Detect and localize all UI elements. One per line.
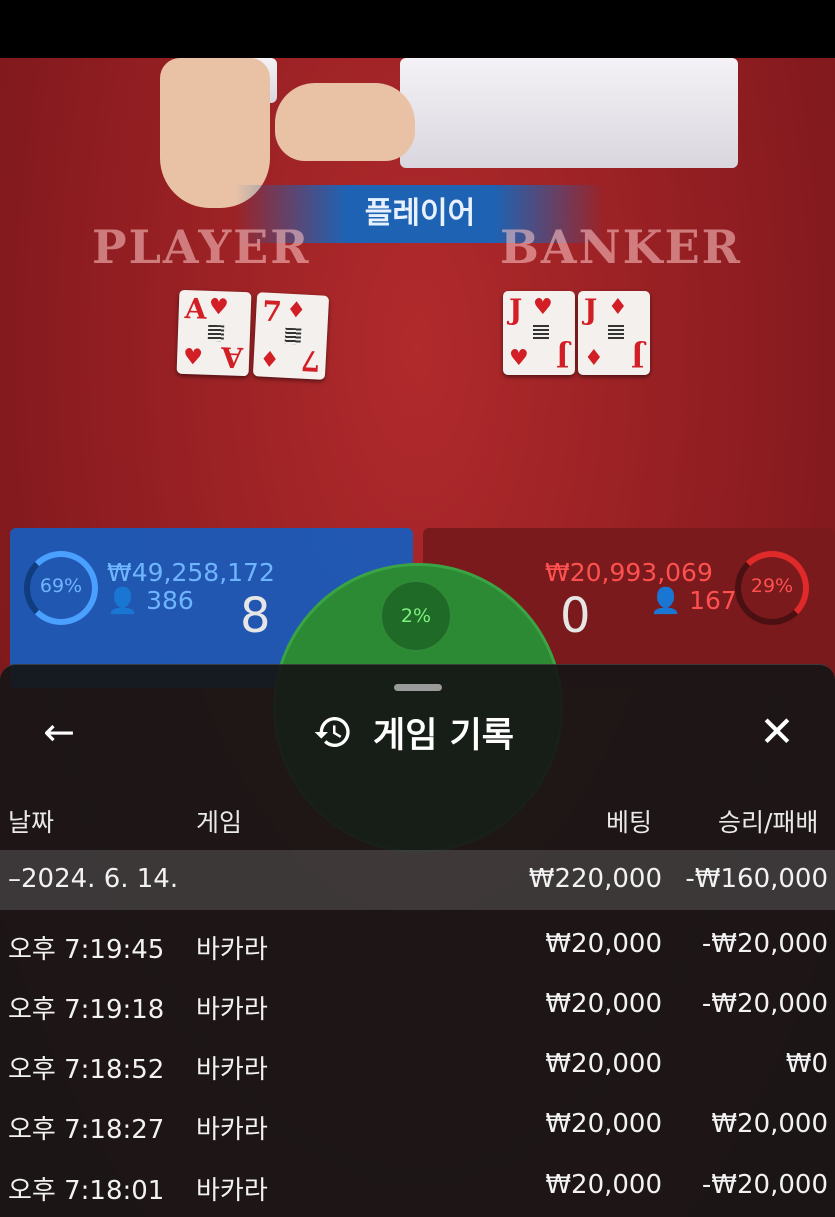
row-game: 바카라 [196, 935, 268, 965]
card-rank: A [220, 340, 244, 375]
card-rank: J [555, 340, 569, 373]
diamond-icon: ♦ [584, 346, 604, 371]
arrow-left-icon: ← [43, 710, 75, 754]
row-result: -₩20,000 [701, 929, 828, 959]
diamond-icon: ♦ [285, 297, 307, 324]
player-score: 8 [240, 588, 271, 644]
card-rank: 7 [261, 294, 283, 329]
card-rank: J [584, 293, 598, 326]
row-game: 바카라 [196, 995, 268, 1025]
row-game: 바카라 [196, 1055, 268, 1085]
date-group-bet-total: ₩220,000 [528, 864, 662, 894]
player-percent-ring: 69% [24, 551, 98, 625]
banker-percent-ring: 29% [735, 551, 809, 625]
table-row[interactable]: 오후 7:19:18 바카라 ₩20,000 -₩20,000 [0, 975, 835, 1035]
row-result: ₩0 [785, 1049, 828, 1079]
column-header-date: 날짜 [8, 808, 55, 837]
close-button[interactable]: ✕ [754, 709, 800, 755]
row-time: 오후 7:19:45 [8, 935, 165, 965]
tie-percent: 2% [380, 580, 452, 652]
column-header-game: 게임 [196, 808, 243, 837]
person-icon: 👤 [650, 586, 682, 615]
banker-score: 0 [560, 588, 591, 644]
card-rank: A [184, 291, 208, 326]
close-icon: ✕ [759, 707, 795, 756]
dealer-right-hand [275, 83, 415, 161]
card-rank: J [630, 340, 644, 373]
card-rank: J [509, 293, 523, 326]
player-percent: 69% [39, 575, 83, 597]
row-time: 오후 7:19:18 [8, 995, 165, 1025]
player-card-2: 7 ♦ ♦ 7 [252, 292, 330, 380]
banker-percent: 29% [750, 575, 794, 597]
table-row[interactable]: 오후 7:18:27 바카라 ₩20,000 ₩20,000 [0, 1095, 835, 1155]
card-barcode [608, 325, 624, 341]
banker-side-label: BANKER [500, 220, 742, 274]
row-game: 바카라 [196, 1115, 268, 1145]
table-row[interactable]: 오후 7:18:01 바카라 ₩20,000 -₩20,000 [0, 1156, 835, 1216]
date-group-result-total: -₩160,000 [685, 864, 828, 894]
heart-icon: ♥ [509, 346, 529, 371]
banker-card-1: J ♥ ♥ J [503, 291, 575, 375]
heart-icon: ♥ [182, 344, 204, 371]
back-button[interactable]: ← [36, 709, 82, 755]
sheet-drag-handle[interactable] [394, 684, 442, 691]
dealer-right-sleeve [400, 58, 738, 168]
banker-card-2: J ♦ ♦ J [578, 291, 650, 375]
player-bettor-count: 386 [146, 586, 194, 615]
row-bet: ₩20,000 [545, 1170, 662, 1200]
player-side-label: PLAYER [92, 220, 311, 274]
card-barcode [207, 324, 225, 342]
column-header-result: 승리/패배 [718, 808, 819, 837]
player-bettors: 👤 386 [107, 586, 194, 616]
card-rank: 7 [299, 343, 321, 378]
row-bet: ₩20,000 [545, 1049, 662, 1079]
row-time: 오후 7:18:01 [8, 1176, 165, 1206]
column-header-bet: 베팅 [606, 808, 653, 837]
date-group-label: –2024. 6. 14. [8, 864, 179, 894]
diamond-icon: ♦ [608, 295, 628, 320]
row-result: -₩20,000 [701, 989, 828, 1019]
date-group-row[interactable]: –2024. 6. 14. ₩220,000 -₩160,000 [0, 850, 835, 910]
table-row[interactable]: 오후 7:19:45 바카라 ₩20,000 -₩20,000 [0, 915, 835, 975]
row-bet: ₩20,000 [545, 929, 662, 959]
sheet-header: 게임 기록 [313, 709, 514, 756]
heart-icon: ♥ [533, 295, 553, 320]
card-barcode [533, 325, 549, 341]
player-bet-amount: ₩49,258,172 [107, 558, 275, 587]
banker-bet-amount: ₩20,993,069 [545, 558, 713, 587]
row-time: 오후 7:18:27 [8, 1115, 165, 1145]
status-bar [0, 0, 835, 58]
banker-bettors: 👤 167 [650, 586, 737, 616]
game-history-sheet: ← 게임 기록 ✕ 날짜 게임 베팅 승리/패배 –2024. 6. 14. ₩… [0, 664, 835, 1217]
table-row[interactable]: 오후 7:18:52 바카라 ₩20,000 ₩0 [0, 1035, 835, 1095]
person-icon: 👤 [107, 586, 139, 615]
heart-icon: ♥ [208, 294, 230, 321]
sheet-title: 게임 기록 [373, 715, 514, 756]
history-icon [314, 717, 350, 747]
card-barcode [284, 327, 302, 345]
banker-bettor-count: 167 [689, 586, 737, 615]
row-bet: ₩20,000 [545, 989, 662, 1019]
diamond-icon: ♦ [259, 347, 281, 374]
row-result: ₩20,000 [711, 1109, 828, 1139]
row-bet: ₩20,000 [545, 1109, 662, 1139]
row-time: 오후 7:18:52 [8, 1055, 165, 1085]
row-game: 바카라 [196, 1176, 268, 1206]
row-result: -₩20,000 [701, 1170, 828, 1200]
player-card-1: A ♥ ♥ A [176, 289, 252, 377]
